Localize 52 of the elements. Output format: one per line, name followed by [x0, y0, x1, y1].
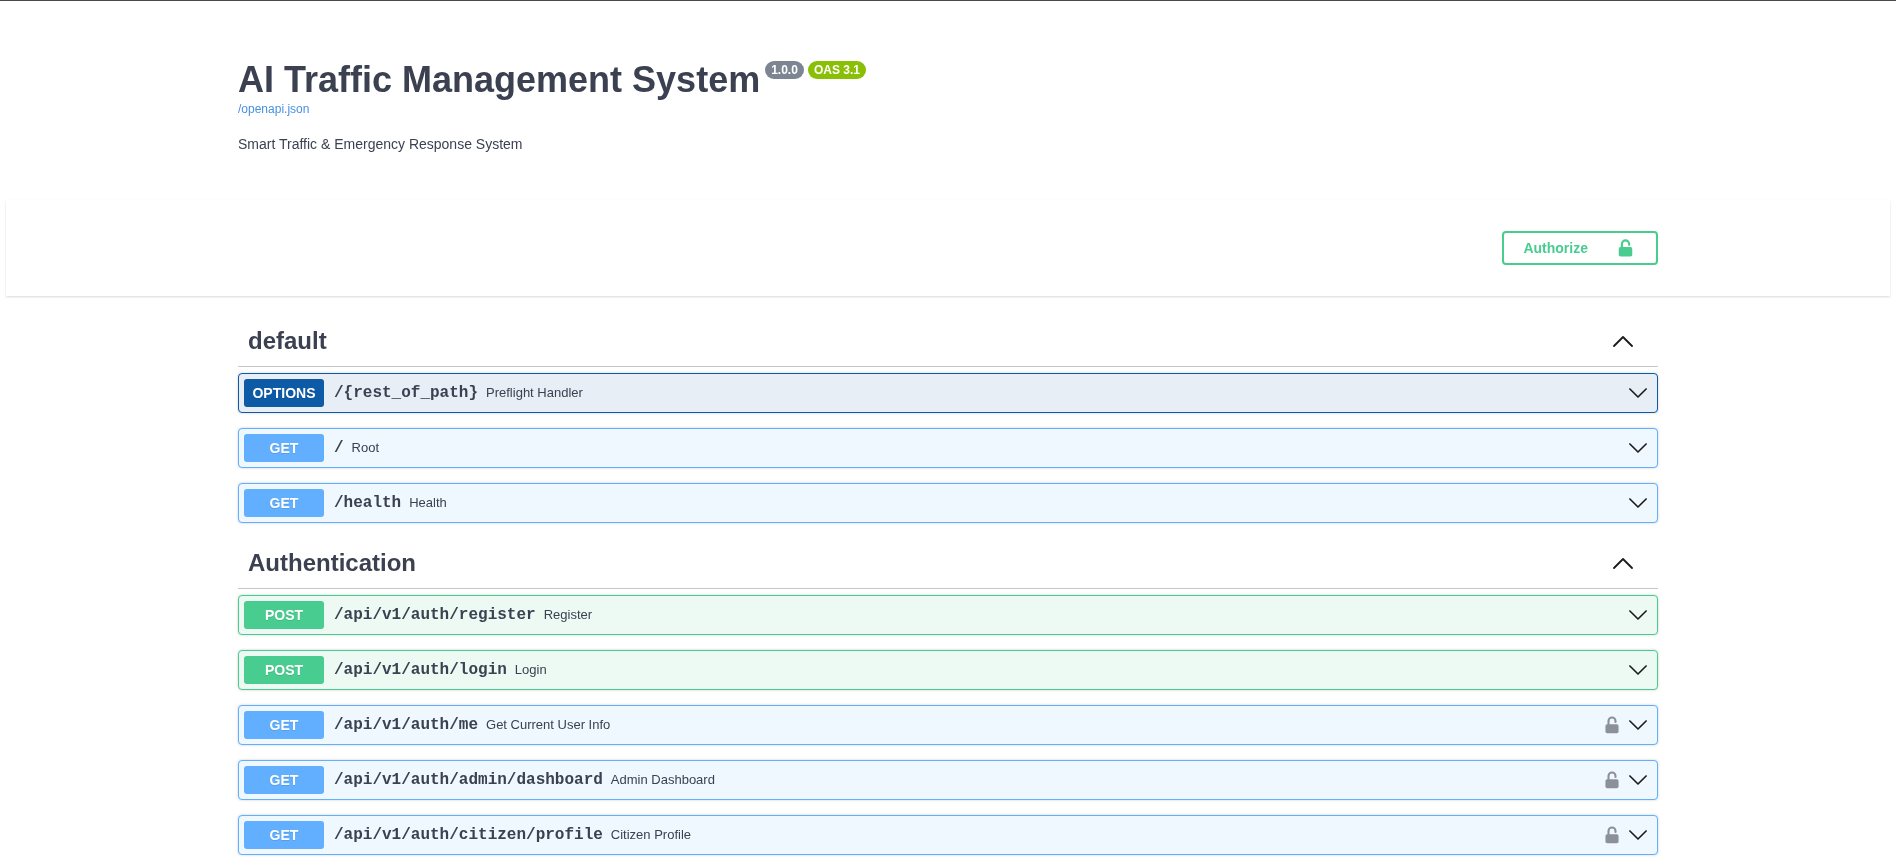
endpoint-summary: Register — [543, 606, 593, 625]
lock-open-icon — [1618, 239, 1633, 257]
method-badge: OPTIONS — [244, 379, 324, 407]
operation-row[interactable]: GET / Root — [238, 428, 1658, 468]
endpoint-summary: Login — [514, 661, 547, 680]
chevron-down-icon[interactable] — [1629, 388, 1647, 398]
method-badge: GET — [244, 434, 324, 462]
operation-row[interactable]: GET /api/v1/auth/citizen/profile Citizen Profile — [238, 815, 1658, 855]
endpoint-path: /api/v1/auth/login — [333, 660, 508, 681]
operation-row[interactable]: POST /api/v1/auth/register Register — [238, 595, 1658, 635]
app-title: AI Traffic Management System — [238, 58, 761, 101]
oas-version-badge: OAS 3.1 — [807, 61, 866, 79]
operation-row[interactable]: POST /api/v1/auth/login Login — [238, 650, 1658, 690]
lock-open-icon[interactable] — [1605, 716, 1619, 734]
endpoint-path: /api/v1/auth/citizen/profile — [333, 825, 604, 846]
lock-open-icon[interactable] — [1605, 771, 1619, 789]
chevron-up-icon[interactable] — [1613, 557, 1633, 569]
operation-row[interactable]: GET /api/v1/auth/admin/dashboard Admin Dashboard — [238, 760, 1658, 800]
method-badge: GET — [244, 711, 324, 739]
chevron-down-icon[interactable] — [1629, 498, 1647, 508]
endpoint-summary: Health — [409, 494, 447, 513]
lock-open-icon[interactable] — [1605, 826, 1619, 844]
endpoint-summary: Root — [351, 439, 380, 458]
method-badge: POST — [244, 656, 324, 684]
section-title[interactable]: Authentication — [248, 549, 416, 577]
method-badge: POST — [244, 601, 324, 629]
method-badge: GET — [244, 766, 324, 794]
version-badge: 1.0.0 — [765, 61, 804, 79]
endpoint-path: /{rest_of_path} — [333, 383, 480, 404]
chevron-down-icon[interactable] — [1629, 720, 1647, 730]
chevron-down-icon[interactable] — [1629, 665, 1647, 675]
chevron-down-icon[interactable] — [1629, 830, 1647, 840]
chevron-down-icon[interactable] — [1629, 610, 1647, 620]
api-description: Smart Traffic & Emergency Response System — [238, 135, 524, 154]
endpoint-path: /api/v1/auth/me — [333, 715, 480, 736]
endpoint-summary: Admin Dashboard — [610, 771, 715, 790]
chevron-up-icon[interactable] — [1613, 335, 1633, 347]
endpoint-path: /api/v1/auth/admin/dashboard — [333, 770, 604, 791]
endpoint-path: /health — [333, 493, 403, 514]
chevron-down-icon[interactable] — [1629, 443, 1647, 453]
operation-row[interactable]: OPTIONS /{rest_of_path} Preflight Handler — [238, 373, 1658, 413]
method-badge: GET — [244, 489, 324, 517]
chevron-down-icon[interactable] — [1629, 775, 1647, 785]
endpoint-summary: Preflight Handler — [486, 384, 583, 403]
endpoint-summary: Get Current User Info — [486, 716, 611, 735]
section-title[interactable]: default — [248, 327, 327, 355]
endpoint-path: / — [333, 438, 345, 459]
operation-row[interactable]: GET /api/v1/auth/me Get Current User Info — [238, 705, 1658, 745]
operation-row[interactable]: GET /health Health — [238, 483, 1658, 523]
endpoint-summary: Citizen Profile — [610, 826, 692, 845]
endpoint-path: /api/v1/auth/register — [333, 605, 537, 626]
method-badge: GET — [244, 821, 324, 849]
